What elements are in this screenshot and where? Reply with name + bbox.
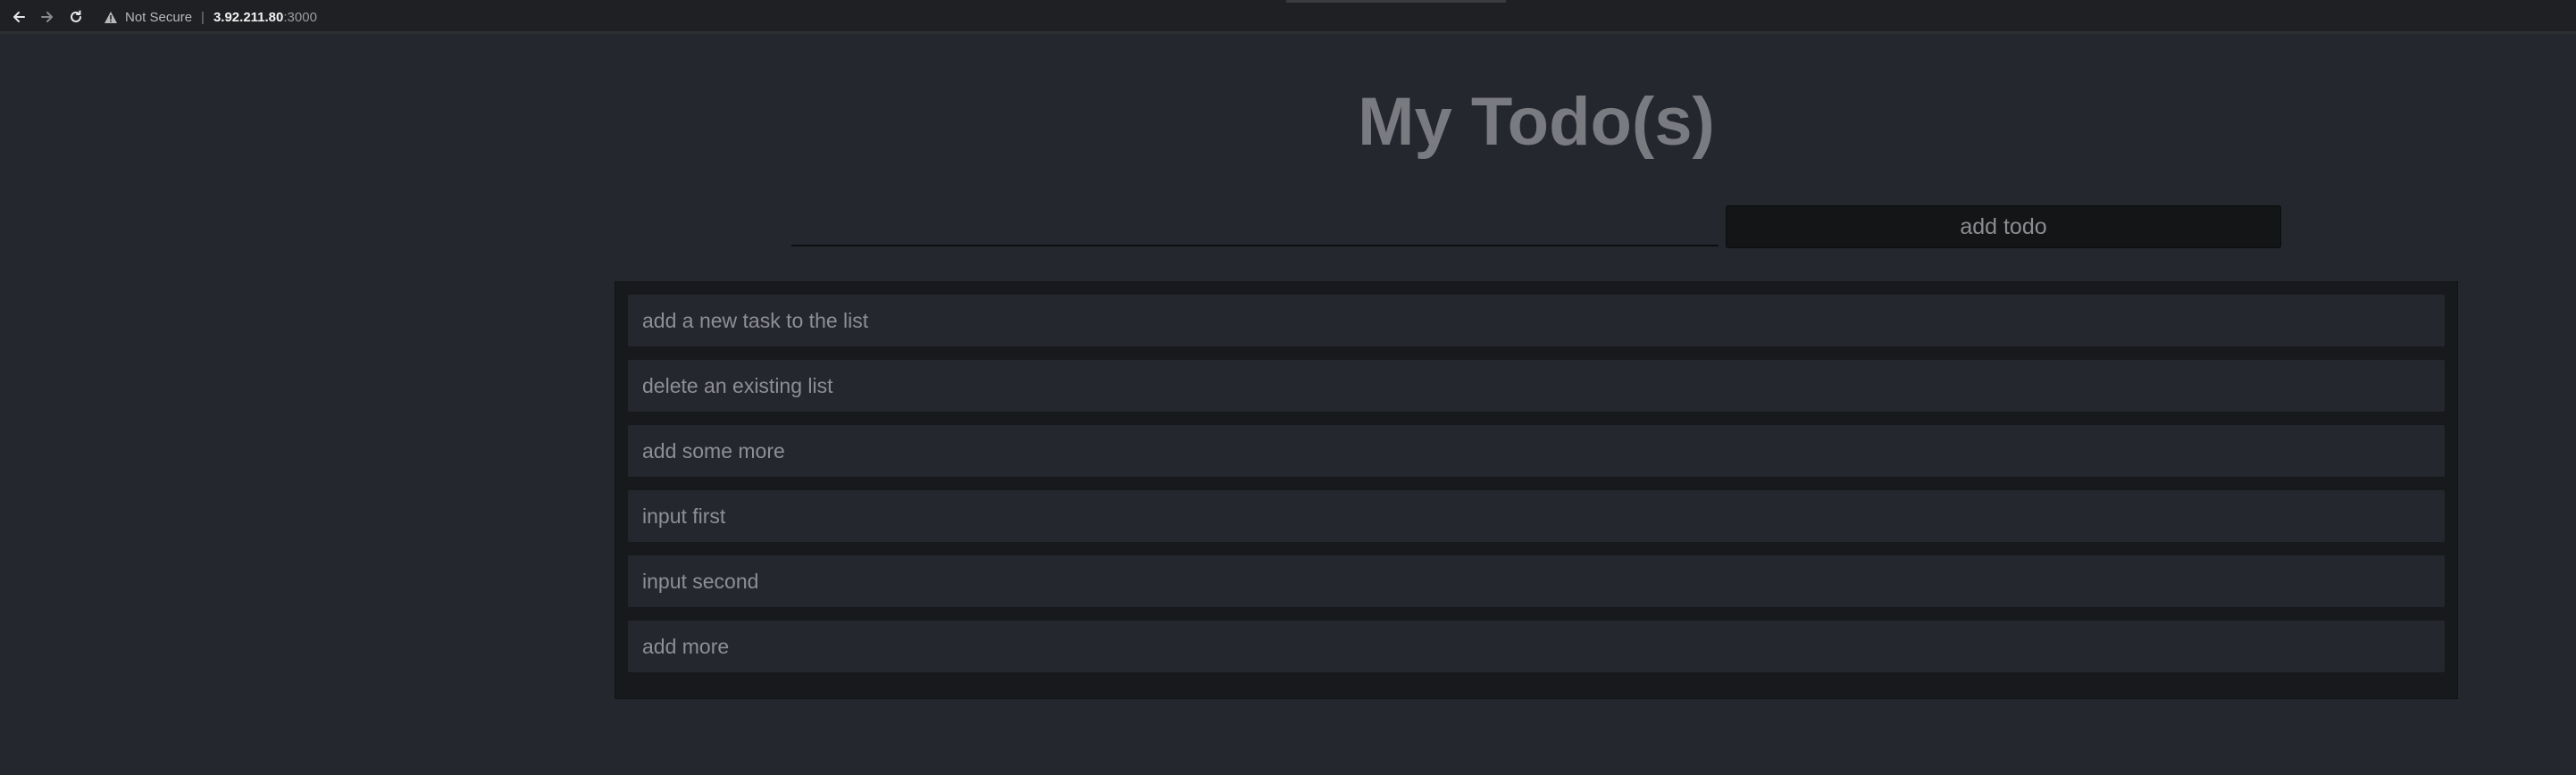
reload-button[interactable] (64, 7, 88, 27)
url-host[interactable]: 3.92.211.80 (213, 10, 283, 25)
browser-toolbar: Not Secure | 3.92.211.80 :3000 (0, 0, 2576, 34)
todo-item[interactable]: add more (628, 621, 2445, 672)
reload-icon (71, 10, 81, 22)
add-todo-button[interactable]: add todo (1726, 205, 2281, 248)
back-button[interactable] (7, 7, 30, 27)
page-title: My Todo(s) (1358, 84, 1715, 160)
url-port[interactable]: :3000 (283, 10, 317, 25)
todo-list: add a new task to the list delete an exi… (615, 281, 2458, 699)
address-bar[interactable]: Not Secure | 3.92.211.80 :3000 (93, 4, 1165, 29)
back-arrow-icon (13, 12, 25, 22)
todo-input[interactable] (791, 207, 1719, 246)
url-separator: | (201, 9, 205, 25)
security-status-label[interactable]: Not Secure (125, 10, 192, 25)
forward-button[interactable] (36, 7, 59, 27)
active-tab-indicator (1286, 0, 1506, 3)
forward-arrow-icon (41, 12, 53, 22)
warning-icon (104, 11, 118, 24)
todo-item[interactable]: add some more (628, 425, 2445, 477)
todo-item[interactable]: input second (628, 555, 2445, 607)
todo-item[interactable]: add a new task to the list (628, 295, 2445, 346)
todo-item[interactable]: input first (628, 490, 2445, 542)
todo-item[interactable]: delete an existing list (628, 360, 2445, 412)
